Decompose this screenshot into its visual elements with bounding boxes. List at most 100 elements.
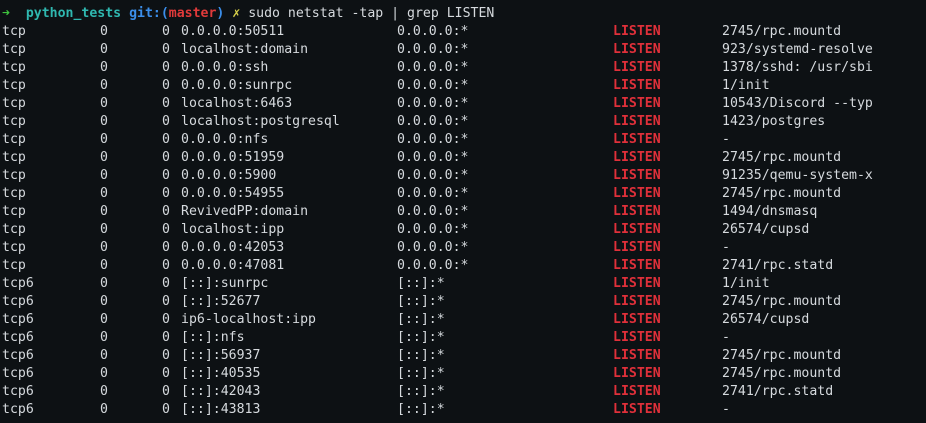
local-address-cell: 0.0.0.0:51959 xyxy=(181,150,285,165)
send-q-cell: 0 xyxy=(162,348,170,363)
send-q-cell: 0 xyxy=(162,132,170,147)
foreign-address-cell: 0.0.0.0:* xyxy=(397,258,469,273)
output-row: tcp 0 0 RevivedPP:domain 0.0.0.0:* LISTEN 1494… xyxy=(0,203,926,221)
output-row: tcp6 0 0 [::]:40535 [::]:* LISTEN 2745/rpc.mou… xyxy=(0,365,926,383)
send-q-cell: 0 xyxy=(162,402,170,417)
send-q-cell: 0 xyxy=(162,240,170,255)
local-address-cell: RevivedPP:domain xyxy=(181,204,309,219)
pid-program-cell: 1/init xyxy=(722,78,770,93)
send-q-cell: 0 xyxy=(162,258,170,273)
foreign-address-cell: 0.0.0.0:* xyxy=(397,132,469,147)
state-cell: LISTEN xyxy=(613,60,661,75)
foreign-address-cell: [::]:* xyxy=(397,312,445,327)
local-address-cell: 0.0.0.0:54955 xyxy=(181,186,285,201)
foreign-address-cell: 0.0.0.0:* xyxy=(397,240,469,255)
output-row: tcp 0 0 localhost:6463 0.0.0.0:* LISTEN 10543/… xyxy=(0,95,926,113)
terminal-window[interactable]: ➜ python_tests git:(master) ✗ sudo netst… xyxy=(0,0,926,423)
pid-program-cell: - xyxy=(722,132,730,147)
pid-program-cell: 1494/dnsmasq xyxy=(722,204,818,219)
output-row: tcp6 0 0 [::]:56937 [::]:* LISTEN 2745/rpc.mou… xyxy=(0,347,926,365)
pid-program-cell: 26574/cupsd xyxy=(722,222,810,237)
state-cell: LISTEN xyxy=(613,186,661,201)
state-cell: LISTEN xyxy=(613,132,661,147)
foreign-address-cell: 0.0.0.0:* xyxy=(397,96,469,111)
recv-q-cell: 0 xyxy=(100,276,108,291)
state-cell: LISTEN xyxy=(613,348,661,363)
recv-q-cell: 0 xyxy=(100,24,108,39)
proto-cell: tcp6 xyxy=(2,294,34,309)
recv-q-cell: 0 xyxy=(100,132,108,147)
local-address-cell: [::]:40535 xyxy=(181,366,261,381)
recv-q-cell: 0 xyxy=(100,222,108,237)
state-cell: LISTEN xyxy=(613,366,661,381)
send-q-cell: 0 xyxy=(162,366,170,381)
pid-program-cell: 91235/qemu-system-x xyxy=(722,168,873,183)
pid-program-cell: 2745/rpc.mountd xyxy=(722,150,842,165)
output-row: tcp6 0 0 [::]:sunrpc [::]:* LISTEN 1/init xyxy=(0,275,926,293)
recv-q-cell: 0 xyxy=(100,42,108,57)
terminal-scrollbar[interactable] xyxy=(922,0,926,423)
output-row: tcp6 0 0 [::]:52677 [::]:* LISTEN 2745/rpc.mou… xyxy=(0,293,926,311)
proto-cell: tcp xyxy=(2,150,26,165)
local-address-cell: [::]:52677 xyxy=(181,294,261,309)
proto-cell: tcp xyxy=(2,168,26,183)
state-cell: LISTEN xyxy=(613,114,661,129)
recv-q-cell: 0 xyxy=(100,258,108,273)
output-row: tcp 0 0 0.0.0.0:47081 0.0.0.0:* LISTEN 2741/rp… xyxy=(0,257,926,275)
pid-program-cell: - xyxy=(722,240,730,255)
state-cell: LISTEN xyxy=(613,402,661,417)
local-address-cell: [::]:56937 xyxy=(181,348,261,363)
proto-cell: tcp xyxy=(2,60,26,75)
local-address-cell: 0.0.0.0:42053 xyxy=(181,240,285,255)
output-row: tcp6 0 0 [::]:nfs [::]:* LISTEN - xyxy=(0,329,926,347)
state-cell: LISTEN xyxy=(613,258,661,273)
output-row: tcp 0 0 localhost:domain 0.0.0.0:* LISTEN 923/… xyxy=(0,41,926,59)
output-row: tcp 0 0 0.0.0.0:5900 0.0.0.0:* LISTEN 91235/qe… xyxy=(0,167,926,185)
recv-q-cell: 0 xyxy=(100,96,108,111)
local-address-cell: 0.0.0.0:50511 xyxy=(181,24,285,39)
send-q-cell: 0 xyxy=(162,186,170,201)
local-address-cell: localhost:6463 xyxy=(181,96,293,111)
state-cell: LISTEN xyxy=(613,204,661,219)
output-row: tcp6 0 0 [::]:42043 [::]:* LISTEN 2741/rpc.sta… xyxy=(0,383,926,401)
output-row: tcp 0 0 localhost:postgresql 0.0.0.0:* LISTEN… xyxy=(0,113,926,131)
pid-program-cell: 2745/rpc.mountd xyxy=(722,348,842,363)
pid-program-cell: 1/init xyxy=(722,276,770,291)
pid-program-cell: 1378/sshd: /usr/sbi xyxy=(722,60,873,75)
recv-q-cell: 0 xyxy=(100,168,108,183)
send-q-cell: 0 xyxy=(162,204,170,219)
recv-q-cell: 0 xyxy=(100,384,108,399)
pid-program-cell: 10543/Discord --typ xyxy=(722,96,873,111)
recv-q-cell: 0 xyxy=(100,78,108,93)
netstat-output: tcp 0 0 0.0.0.0:50511 0.0.0.0:* LISTEN 2745/rp… xyxy=(0,23,926,419)
state-cell: LISTEN xyxy=(613,312,661,327)
proto-cell: tcp6 xyxy=(2,384,34,399)
send-q-cell: 0 xyxy=(162,222,170,237)
recv-q-cell: 0 xyxy=(100,150,108,165)
local-address-cell: [::]:nfs xyxy=(181,330,245,345)
local-address-cell: [::]:43813 xyxy=(181,402,261,417)
state-cell: LISTEN xyxy=(613,240,661,255)
send-q-cell: 0 xyxy=(162,150,170,165)
output-row: tcp 0 0 0.0.0.0:sunrpc 0.0.0.0:* LISTEN 1/init xyxy=(0,77,926,95)
pid-program-cell: 2745/rpc.mountd xyxy=(722,24,842,39)
prompt-arrow-icon: ➜ xyxy=(2,6,10,21)
send-q-cell: 0 xyxy=(162,24,170,39)
send-q-cell: 0 xyxy=(162,42,170,57)
send-q-cell: 0 xyxy=(162,60,170,75)
proto-cell: tcp xyxy=(2,186,26,201)
prompt-git-prefix: git:( xyxy=(129,6,169,21)
output-row: tcp6 0 0 [::]:43813 [::]:* LISTEN - xyxy=(0,401,926,419)
proto-cell: tcp6 xyxy=(2,276,34,291)
foreign-address-cell: 0.0.0.0:* xyxy=(397,60,469,75)
output-row: tcp 0 0 0.0.0.0:ssh 0.0.0.0:* LISTEN 1378/sshd… xyxy=(0,59,926,77)
local-address-cell: 0.0.0.0:ssh xyxy=(181,60,269,75)
output-row: tcp 0 0 0.0.0.0:54955 0.0.0.0:* LISTEN 2745/rp… xyxy=(0,185,926,203)
pid-program-cell: - xyxy=(722,402,730,417)
proto-cell: tcp xyxy=(2,258,26,273)
prompt-command: sudo netstat -tap | grep LISTEN xyxy=(248,6,495,21)
recv-q-cell: 0 xyxy=(100,204,108,219)
foreign-address-cell: 0.0.0.0:* xyxy=(397,168,469,183)
send-q-cell: 0 xyxy=(162,114,170,129)
